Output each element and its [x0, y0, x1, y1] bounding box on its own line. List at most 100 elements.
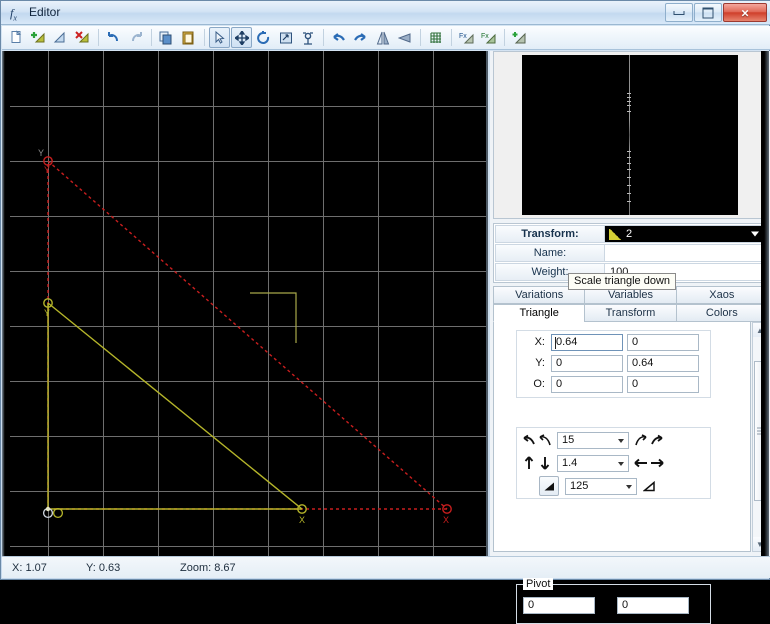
- svg-text:Fx: Fx: [481, 33, 489, 40]
- coord-o1-input[interactable]: 0: [551, 375, 623, 393]
- coord-row-x: X: 0.64 0: [517, 332, 710, 352]
- move-tool-icon[interactable]: [231, 27, 252, 48]
- move-up-icon[interactable]: [521, 454, 537, 472]
- maximize-button[interactable]: [694, 3, 722, 22]
- rotate-tool-icon[interactable]: [253, 27, 274, 48]
- preview-canvas: [522, 55, 738, 215]
- svg-text:X: X: [299, 515, 305, 525]
- delete-transform-icon[interactable]: [72, 27, 93, 48]
- main-toolbar: Fx Fx: [2, 26, 770, 50]
- chevron-down-icon[interactable]: [751, 231, 759, 237]
- chevron-down-icon[interactable]: [618, 438, 624, 443]
- title-bar: fx Editor ×: [1, 1, 770, 25]
- preview-fractal-dots: [627, 85, 631, 205]
- name-row: Name:: [495, 244, 765, 262]
- svg-text:Fx: Fx: [459, 33, 467, 40]
- move-ops-row: 1.4: [517, 452, 710, 474]
- scale-triangle-up-icon[interactable]: [641, 477, 657, 495]
- rotate-ops-row: 15: [517, 429, 710, 451]
- toolbar-separator: [451, 29, 452, 46]
- pivot-x-input[interactable]: 0: [523, 597, 595, 614]
- rotate-left-icon[interactable]: [328, 27, 349, 48]
- transform-selector[interactable]: 2: [605, 225, 765, 243]
- tab-triangle[interactable]: Triangle: [493, 304, 586, 322]
- scale-triangle-down-icon[interactable]: [539, 476, 559, 496]
- canvas-left-edge: [2, 51, 10, 556]
- window-title: Editor: [29, 5, 61, 19]
- panel-right-edge: [761, 51, 769, 556]
- toolbar-separator: [420, 29, 421, 46]
- status-x: X: 1.07: [12, 561, 47, 574]
- paste-icon[interactable]: [178, 27, 199, 48]
- pivot-tool-icon[interactable]: [297, 27, 318, 48]
- chevron-down-icon[interactable]: [626, 484, 632, 489]
- minimize-button[interactable]: [665, 3, 693, 22]
- move-left-icon[interactable]: [633, 454, 649, 472]
- scale-ops-row: 125: [517, 475, 710, 497]
- duplicate-transform-icon[interactable]: [50, 27, 71, 48]
- svg-text:Y: Y: [44, 165, 50, 175]
- triangle-icon: [609, 228, 622, 240]
- move-amount-combo[interactable]: 1.4: [557, 454, 629, 472]
- rotate-right-small-icon[interactable]: [633, 431, 649, 449]
- tab-xaos[interactable]: Xaos: [675, 286, 768, 304]
- window-buttons: ×: [664, 3, 767, 22]
- scale-amount-combo[interactable]: 125: [565, 477, 637, 495]
- add-transform-icon[interactable]: [28, 27, 49, 48]
- status-bar: X: 1.07 Y: 0.63 Zoom: 8.67: [2, 556, 770, 578]
- coord-y1-input[interactable]: 0: [551, 354, 623, 372]
- coord-row-o: O: 0 0: [517, 374, 710, 394]
- name-label: Name:: [495, 244, 605, 262]
- name-input[interactable]: [605, 244, 765, 262]
- coord-y2-input[interactable]: 0.64: [627, 354, 699, 372]
- toolbar-separator: [151, 29, 152, 46]
- flame-preview[interactable]: [493, 51, 767, 219]
- add-final-transform-icon[interactable]: [509, 27, 530, 48]
- move-right-icon[interactable]: [649, 454, 665, 472]
- transform-operations-group: 15 1.4 125: [516, 427, 711, 499]
- rotate-right-icon[interactable]: [350, 27, 371, 48]
- copy-icon[interactable]: [156, 27, 177, 48]
- status-zoom: Zoom: 8.67: [180, 561, 236, 574]
- coord-y-label: Y:: [535, 357, 545, 369]
- undo-icon[interactable]: [103, 27, 124, 48]
- svg-text:Y: Y: [44, 308, 50, 318]
- close-button[interactable]: ×: [723, 3, 767, 22]
- coord-x1-input[interactable]: 0.64: [551, 333, 623, 351]
- select-tool-icon[interactable]: [209, 27, 230, 48]
- editor-canvas-area[interactable]: Y Y X Y X: [2, 51, 488, 556]
- svg-text:Y: Y: [38, 148, 44, 158]
- pivot-group: Pivot 0 0: [516, 578, 711, 624]
- chevron-down-icon[interactable]: [618, 461, 624, 466]
- toolbar-separator: [504, 29, 505, 46]
- new-flame-icon[interactable]: [6, 27, 27, 48]
- rotate-left-small-icon[interactable]: [537, 431, 553, 449]
- fx-post-icon[interactable]: Fx: [456, 27, 477, 48]
- coordinates-group: X: 0.64 0 Y: 0 0.64 O: 0 0: [516, 330, 711, 398]
- pivot-y-input[interactable]: 0: [617, 597, 689, 614]
- status-y: Y: 0.63: [86, 561, 121, 574]
- fx-icon: fx: [10, 6, 17, 23]
- flip-vertical-icon[interactable]: [372, 27, 393, 48]
- flip-horizontal-icon[interactable]: [394, 27, 415, 48]
- move-down-icon[interactable]: [537, 454, 553, 472]
- rotate-amount-combo[interactable]: 15: [557, 431, 629, 449]
- toolbar-separator: [323, 29, 324, 46]
- rotate-right-arrow-icon[interactable]: [649, 431, 665, 449]
- tooltip: Scale triangle down: [568, 273, 677, 290]
- coord-x2-input[interactable]: 0: [627, 333, 699, 351]
- redo-icon[interactable]: [125, 27, 146, 48]
- coord-x-label: X:: [534, 336, 545, 348]
- coord-o2-input[interactable]: 0: [627, 375, 699, 393]
- toggle-grid-icon[interactable]: [425, 27, 446, 48]
- triangle-tab-body: X: 0.64 0 Y: 0 0.64 O: 0 0 15 1.4 125 Pi…: [493, 322, 751, 624]
- rotate-left-arrow-icon[interactable]: [521, 431, 537, 449]
- coord-row-y: Y: 0 0.64: [517, 353, 710, 373]
- fx-final-icon[interactable]: Fx: [478, 27, 499, 48]
- tab-transform[interactable]: Transform: [584, 304, 677, 322]
- scale-tool-icon[interactable]: [275, 27, 296, 48]
- toolbar-separator: [98, 29, 99, 46]
- triangle-canvas[interactable]: Y Y X Y X: [2, 51, 486, 556]
- tab-colors[interactable]: Colors: [675, 304, 768, 322]
- toolbar-separator: [204, 29, 205, 46]
